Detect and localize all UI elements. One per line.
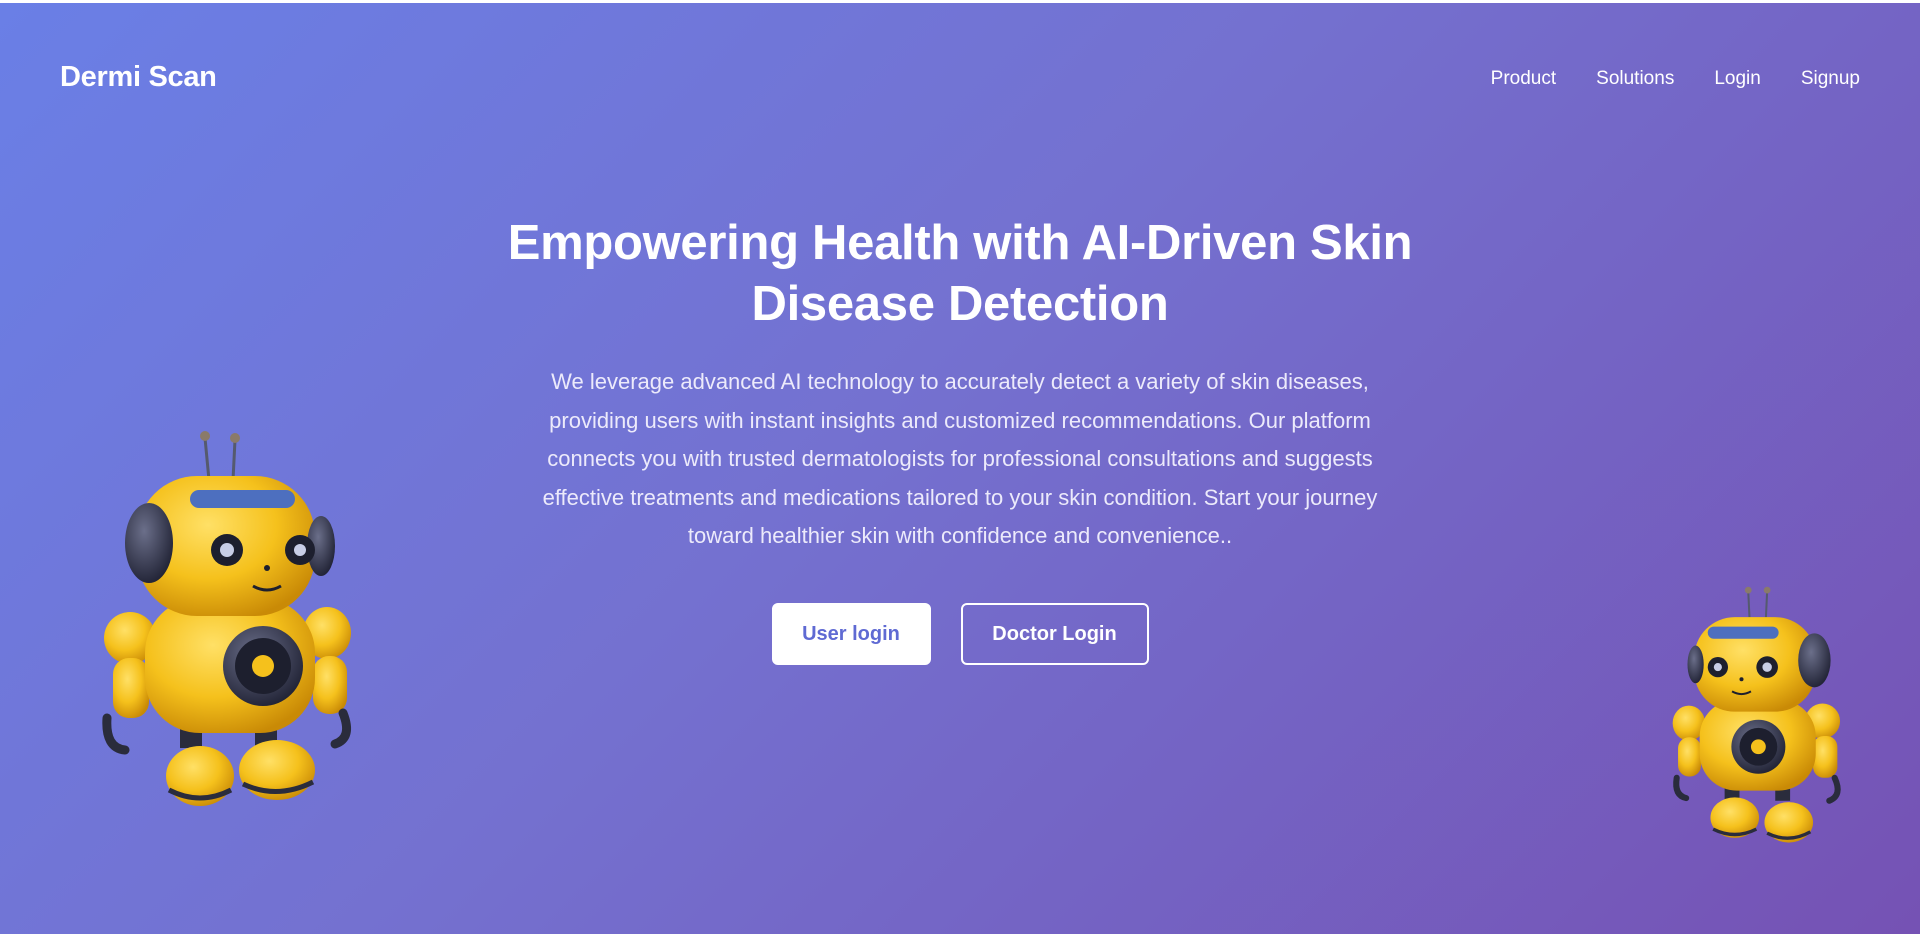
user-login-button[interactable]: User login: [771, 603, 931, 665]
doctor-login-button[interactable]: Doctor Login: [960, 603, 1149, 665]
landing-page: Dermi Scan Product Solutions Login Signu…: [0, 3, 1920, 934]
hero-buttons: User login Doctor Login: [460, 603, 1460, 665]
brand-logo[interactable]: Dermi Scan: [60, 61, 217, 94]
robot-illustration-left: [102, 431, 352, 806]
top-navbar: Dermi Scan Product Solutions Login Signu…: [0, 3, 1920, 153]
robot-illustration-right: [1672, 586, 1841, 843]
nav-solutions-link[interactable]: Solutions: [1596, 68, 1674, 90]
hero-title: Empowering Health with AI-Driven Skin Di…: [507, 216, 1413, 331]
nav-signup-link[interactable]: Signup: [1801, 68, 1860, 90]
nav-product-link[interactable]: Product: [1491, 68, 1556, 90]
hero-description: We leverage advanced AI technology to ac…: [542, 369, 1378, 548]
nav-login-link[interactable]: Login: [1714, 68, 1761, 90]
nav-links: Product Solutions Login Signup: [1491, 68, 1860, 90]
